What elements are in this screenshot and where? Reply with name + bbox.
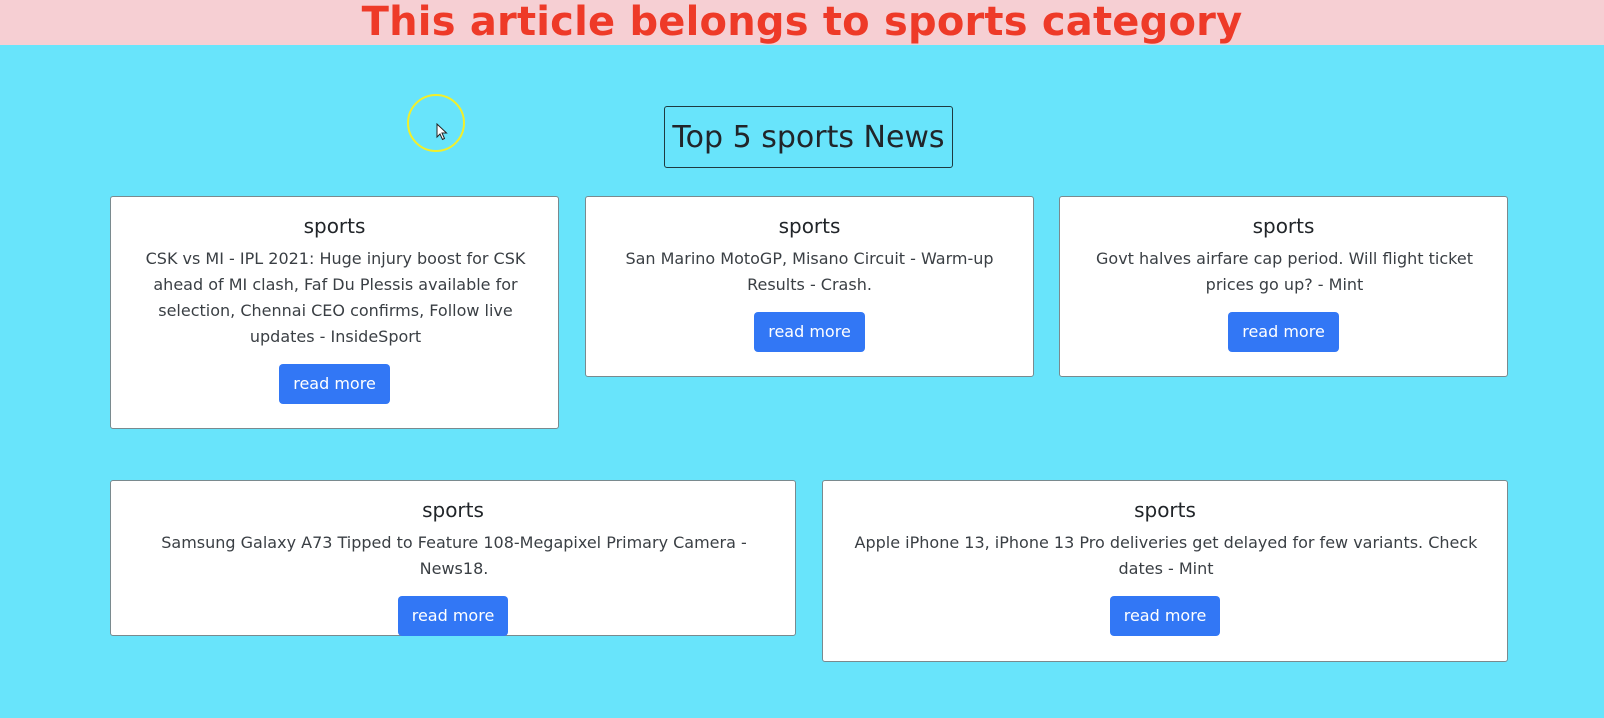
card-headline: San Marino MotoGP, Misano Circuit - Warm… bbox=[625, 249, 994, 294]
card-headline: Apple iPhone 13, iPhone 13 Pro deliverie… bbox=[854, 533, 1478, 578]
category-banner: This article belongs to sports category bbox=[0, 0, 1604, 45]
read-more-button[interactable]: read more bbox=[754, 312, 865, 352]
card-category: sports bbox=[778, 214, 841, 238]
card-category: sports bbox=[1134, 498, 1196, 522]
read-more-button[interactable]: read more bbox=[1228, 312, 1339, 352]
card-headline: Samsung Galaxy A73 Tipped to Feature 108… bbox=[161, 533, 747, 578]
card-category: sports bbox=[303, 214, 366, 238]
news-card: sports San Marino MotoGP, Misano Circuit… bbox=[585, 196, 1034, 377]
card-category: sports bbox=[1252, 214, 1315, 238]
news-card: sports Samsung Galaxy A73 Tipped to Feat… bbox=[110, 480, 796, 636]
mouse-pointer-icon bbox=[436, 123, 448, 141]
section-title: Top 5 sports News bbox=[664, 106, 953, 168]
news-card: sports Apple iPhone 13, iPhone 13 Pro de… bbox=[822, 480, 1508, 662]
card-headline: CSK vs MI - IPL 2021: Huge injury boost … bbox=[145, 249, 526, 346]
read-more-button[interactable]: read more bbox=[1109, 596, 1221, 636]
category-banner-text: This article belongs to sports category bbox=[361, 0, 1243, 45]
card-category: sports bbox=[422, 498, 484, 522]
card-headline: Govt halves airfare cap period. Will fli… bbox=[1096, 249, 1473, 294]
read-more-button[interactable]: read more bbox=[397, 596, 509, 636]
read-more-button[interactable]: read more bbox=[279, 364, 390, 404]
news-card: sports Govt halves airfare cap period. W… bbox=[1059, 196, 1508, 377]
news-card: sports CSK vs MI - IPL 2021: Huge injury… bbox=[110, 196, 559, 429]
